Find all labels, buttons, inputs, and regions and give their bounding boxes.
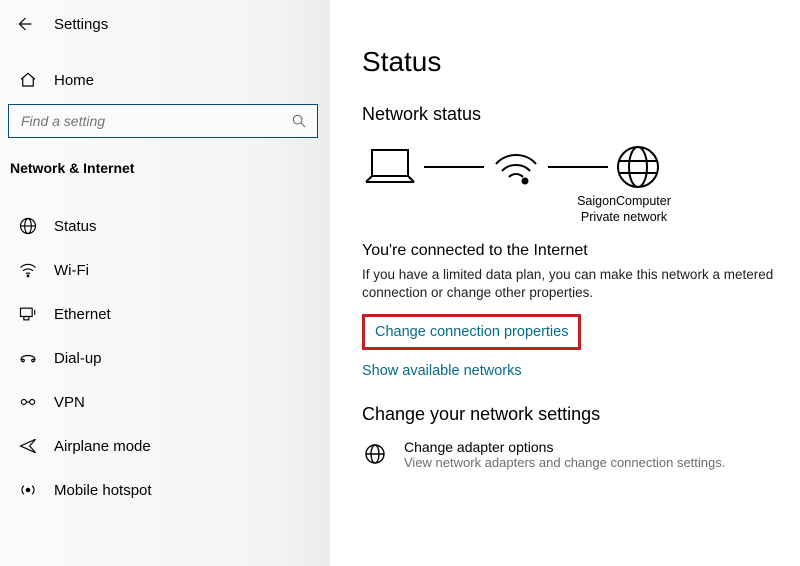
wifi-icon xyxy=(18,260,38,280)
wifi-signal-icon xyxy=(490,146,542,188)
nav-airplane[interactable]: Airplane mode xyxy=(8,424,322,468)
adapter-label: Change adapter options xyxy=(404,439,725,455)
nav-label: Dial-up xyxy=(54,350,102,367)
section-title: Network status xyxy=(362,104,788,125)
show-available-networks-link[interactable]: Show available networks xyxy=(362,363,522,379)
header: Settings xyxy=(8,4,322,40)
nav-status[interactable]: Status xyxy=(8,204,322,248)
connected-description: If you have a limited data plan, you can… xyxy=(362,266,782,302)
hotspot-icon xyxy=(18,480,38,500)
home-label: Home xyxy=(54,72,94,89)
adapter-desc: View network adapters and change connect… xyxy=(404,455,725,470)
highlight-box: Change connection properties xyxy=(362,314,581,350)
nav-hotspot[interactable]: Mobile hotspot xyxy=(8,468,322,512)
search-input[interactable] xyxy=(19,112,279,130)
adapter-globe-icon xyxy=(362,441,388,467)
ethernet-icon xyxy=(18,304,38,324)
sidebar: Settings Home Network & Internet Status xyxy=(0,0,330,566)
nav-label: Mobile hotspot xyxy=(54,482,152,499)
nav-label: Ethernet xyxy=(54,306,111,323)
change-adapter-options[interactable]: Change adapter options View network adap… xyxy=(362,439,788,470)
connected-heading: You're connected to the Internet xyxy=(362,242,788,260)
main-content: Status Network status SaigonComputer Pri… xyxy=(330,0,800,566)
globe-icon xyxy=(614,143,662,191)
airplane-icon xyxy=(18,436,38,456)
home-icon xyxy=(18,70,38,90)
network-name: SaigonComputer xyxy=(460,193,788,209)
dialup-icon xyxy=(18,348,38,368)
search-icon xyxy=(291,113,307,129)
nav-label: Status xyxy=(54,218,97,235)
nav-dialup[interactable]: Dial-up xyxy=(8,336,322,380)
network-diagram xyxy=(362,143,788,191)
vpn-icon xyxy=(18,392,38,412)
status-icon xyxy=(18,216,38,236)
change-settings-heading: Change your network settings xyxy=(362,404,788,425)
nav-label: VPN xyxy=(54,394,85,411)
back-arrow-icon xyxy=(15,15,33,33)
connector-line xyxy=(548,166,608,168)
nav-vpn[interactable]: VPN xyxy=(8,380,322,424)
app-title: Settings xyxy=(54,16,108,33)
nav-label: Wi-Fi xyxy=(54,262,89,279)
connector-line xyxy=(424,166,484,168)
nav-label: Airplane mode xyxy=(54,438,151,455)
page-title: Status xyxy=(362,46,788,78)
change-connection-properties-link[interactable]: Change connection properties xyxy=(375,324,568,340)
nav-list: Status Wi-Fi Ethernet Dial-up xyxy=(8,204,322,512)
home-nav[interactable]: Home xyxy=(8,60,322,102)
network-type: Private network xyxy=(460,209,788,225)
nav-wifi[interactable]: Wi-Fi xyxy=(8,248,322,292)
search-box[interactable] xyxy=(8,104,318,138)
back-button[interactable] xyxy=(10,10,38,38)
category-title: Network & Internet xyxy=(8,152,322,186)
network-label: SaigonComputer Private network xyxy=(460,193,788,226)
laptop-icon xyxy=(362,146,418,188)
nav-ethernet[interactable]: Ethernet xyxy=(8,292,322,336)
